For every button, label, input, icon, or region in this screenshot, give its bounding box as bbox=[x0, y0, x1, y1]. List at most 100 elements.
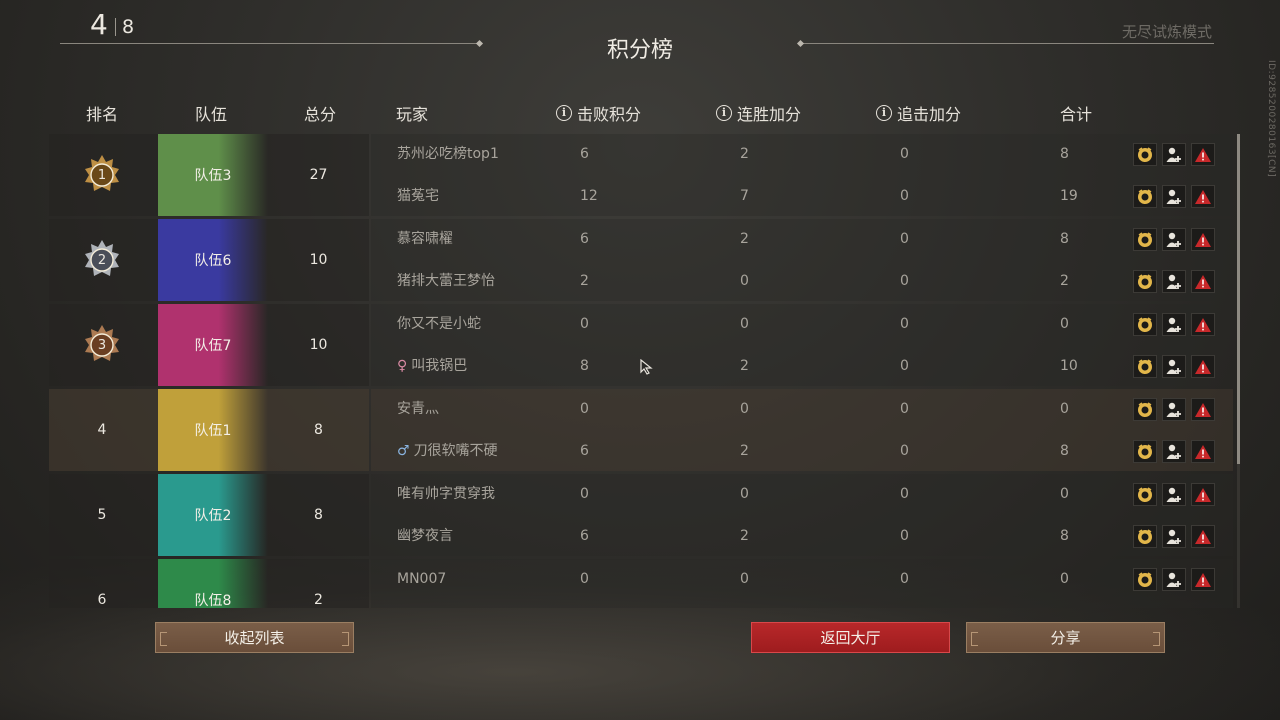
report-player-button[interactable] bbox=[1191, 228, 1215, 251]
report-player-button[interactable] bbox=[1191, 185, 1215, 208]
view-profile-button[interactable] bbox=[1133, 398, 1157, 421]
player-row[interactable]: 安青灬 0 0 0 0 bbox=[371, 389, 1233, 430]
player-name-cell: 猪排大蕾王梦怡 bbox=[397, 261, 495, 302]
player-actions bbox=[1133, 483, 1215, 506]
add-friend-icon bbox=[1165, 146, 1183, 164]
player-row[interactable]: 慕容啸櫂 6 2 0 8 bbox=[371, 219, 1233, 260]
chase-bonus: 0 bbox=[900, 273, 909, 289]
report-player-button[interactable] bbox=[1191, 483, 1215, 506]
add-friend-button[interactable] bbox=[1162, 398, 1186, 421]
player-actions bbox=[1133, 398, 1215, 421]
view-profile-button[interactable] bbox=[1133, 270, 1157, 293]
add-friend-button[interactable] bbox=[1162, 440, 1186, 463]
player-actions bbox=[1133, 355, 1215, 378]
streak-bonus: 2 bbox=[740, 443, 749, 459]
streak-bonus: 0 bbox=[740, 316, 749, 332]
column-header-sum: 合计 bbox=[1060, 105, 1093, 124]
team-row: 4 队伍1 8 安青灬 0 0 0 0 ♂ 刀很软嘴不硬 6 2 0 8 bbox=[49, 389, 1233, 471]
share-button-label: 分享 bbox=[1050, 629, 1081, 647]
team-total-score: 8 bbox=[314, 422, 323, 438]
add-friend-button[interactable] bbox=[1162, 185, 1186, 208]
profile-icon bbox=[1136, 443, 1154, 461]
info-icon[interactable]: i bbox=[876, 105, 892, 121]
view-profile-button[interactable] bbox=[1133, 568, 1157, 591]
player-row[interactable]: 猪排大蕾王梦怡 2 0 0 2 bbox=[371, 261, 1233, 302]
player-name: 你又不是小蛇 bbox=[397, 316, 481, 332]
profile-icon bbox=[1136, 231, 1154, 249]
add-friend-button[interactable] bbox=[1162, 525, 1186, 548]
info-icon[interactable]: i bbox=[716, 105, 732, 121]
player-row[interactable]: ♀ 叫我锅巴 8 2 0 10 bbox=[371, 346, 1233, 387]
add-friend-button[interactable] bbox=[1162, 483, 1186, 506]
player-row[interactable]: 幽梦夜言 6 2 0 8 bbox=[371, 516, 1233, 557]
chase-bonus: 0 bbox=[900, 443, 909, 459]
scrollbar[interactable] bbox=[1237, 134, 1240, 608]
player-row[interactable]: 苏州必吃榜top1 6 2 0 8 bbox=[371, 134, 1233, 175]
column-header-streak-bonus[interactable]: i 连胜加分 bbox=[716, 101, 801, 125]
team-total-score: 10 bbox=[309, 337, 328, 353]
profile-icon bbox=[1136, 401, 1154, 419]
male-icon: ♂ bbox=[397, 443, 410, 459]
rank-number: 1 bbox=[97, 168, 107, 183]
player-name: 猪排大蕾王梦怡 bbox=[397, 273, 495, 289]
player-actions bbox=[1133, 185, 1215, 208]
column-header-team: 队伍 bbox=[195, 105, 228, 124]
report-player-button[interactable] bbox=[1191, 398, 1215, 421]
add-friend-button[interactable] bbox=[1162, 313, 1186, 336]
add-friend-button[interactable] bbox=[1162, 270, 1186, 293]
streak-bonus: 7 bbox=[740, 188, 749, 204]
chase-bonus: 0 bbox=[900, 316, 909, 332]
report-player-button[interactable] bbox=[1191, 143, 1215, 166]
rank-cell: 1 bbox=[49, 134, 155, 216]
column-header-kill-points[interactable]: i 击败积分 bbox=[556, 101, 641, 125]
report-player-button[interactable] bbox=[1191, 440, 1215, 463]
view-profile-button[interactable] bbox=[1133, 185, 1157, 208]
collapse-list-button[interactable]: 收起列表 bbox=[155, 622, 354, 653]
report-player-button[interactable] bbox=[1191, 568, 1215, 591]
report-player-button[interactable] bbox=[1191, 313, 1215, 336]
add-friend-button[interactable] bbox=[1162, 568, 1186, 591]
add-friend-icon bbox=[1165, 231, 1183, 249]
share-button[interactable]: 分享 bbox=[966, 622, 1165, 653]
player-name-cell: MN007 bbox=[397, 559, 446, 600]
player-row[interactable]: 猫菟宅 12 7 0 19 bbox=[371, 176, 1233, 217]
view-profile-button[interactable] bbox=[1133, 355, 1157, 378]
player-total: 0 bbox=[1060, 401, 1069, 417]
return-to-lobby-button[interactable]: 返回大厅 bbox=[751, 622, 950, 653]
report-player-button[interactable] bbox=[1191, 270, 1215, 293]
info-icon[interactable]: i bbox=[556, 105, 572, 121]
add-friend-button[interactable] bbox=[1162, 143, 1186, 166]
view-profile-button[interactable] bbox=[1133, 143, 1157, 166]
kill-points: 8 bbox=[580, 358, 589, 374]
view-profile-button[interactable] bbox=[1133, 483, 1157, 506]
add-friend-button[interactable] bbox=[1162, 228, 1186, 251]
team-total-score: 8 bbox=[314, 507, 323, 523]
view-profile-button[interactable] bbox=[1133, 313, 1157, 336]
profile-icon bbox=[1136, 188, 1154, 206]
player-row[interactable]: ♂ 刀很软嘴不硬 6 2 0 8 bbox=[371, 431, 1233, 472]
bronze-rank-badge-icon: 3 bbox=[82, 323, 122, 367]
player-actions bbox=[1133, 525, 1215, 548]
report-player-button[interactable] bbox=[1191, 355, 1215, 378]
chase-bonus: 0 bbox=[900, 401, 909, 417]
profile-icon bbox=[1136, 528, 1154, 546]
player-row[interactable]: 唯有帅字贯穿我 0 0 0 0 bbox=[371, 474, 1233, 515]
scroll-thumb[interactable] bbox=[1237, 134, 1240, 464]
column-header-chase-bonus[interactable]: i 追击加分 bbox=[876, 101, 961, 125]
kill-points: 0 bbox=[580, 401, 589, 417]
streak-bonus: 2 bbox=[740, 146, 749, 162]
view-profile-button[interactable] bbox=[1133, 228, 1157, 251]
player-name: 唯有帅字贯穿我 bbox=[397, 486, 495, 502]
player-total: 8 bbox=[1060, 231, 1069, 247]
player-row[interactable]: 你又不是小蛇 0 0 0 0 bbox=[371, 304, 1233, 345]
chase-bonus: 0 bbox=[900, 358, 909, 374]
view-profile-button[interactable] bbox=[1133, 525, 1157, 548]
add-friend-icon bbox=[1165, 358, 1183, 376]
player-name-cell: 幽梦夜言 bbox=[397, 516, 453, 557]
report-player-button[interactable] bbox=[1191, 525, 1215, 548]
add-friend-button[interactable] bbox=[1162, 355, 1186, 378]
view-profile-button[interactable] bbox=[1133, 440, 1157, 463]
rank-number: 4 bbox=[97, 422, 107, 438]
player-row[interactable]: MN007 0 0 0 0 bbox=[371, 559, 1233, 600]
add-friend-icon bbox=[1165, 486, 1183, 504]
